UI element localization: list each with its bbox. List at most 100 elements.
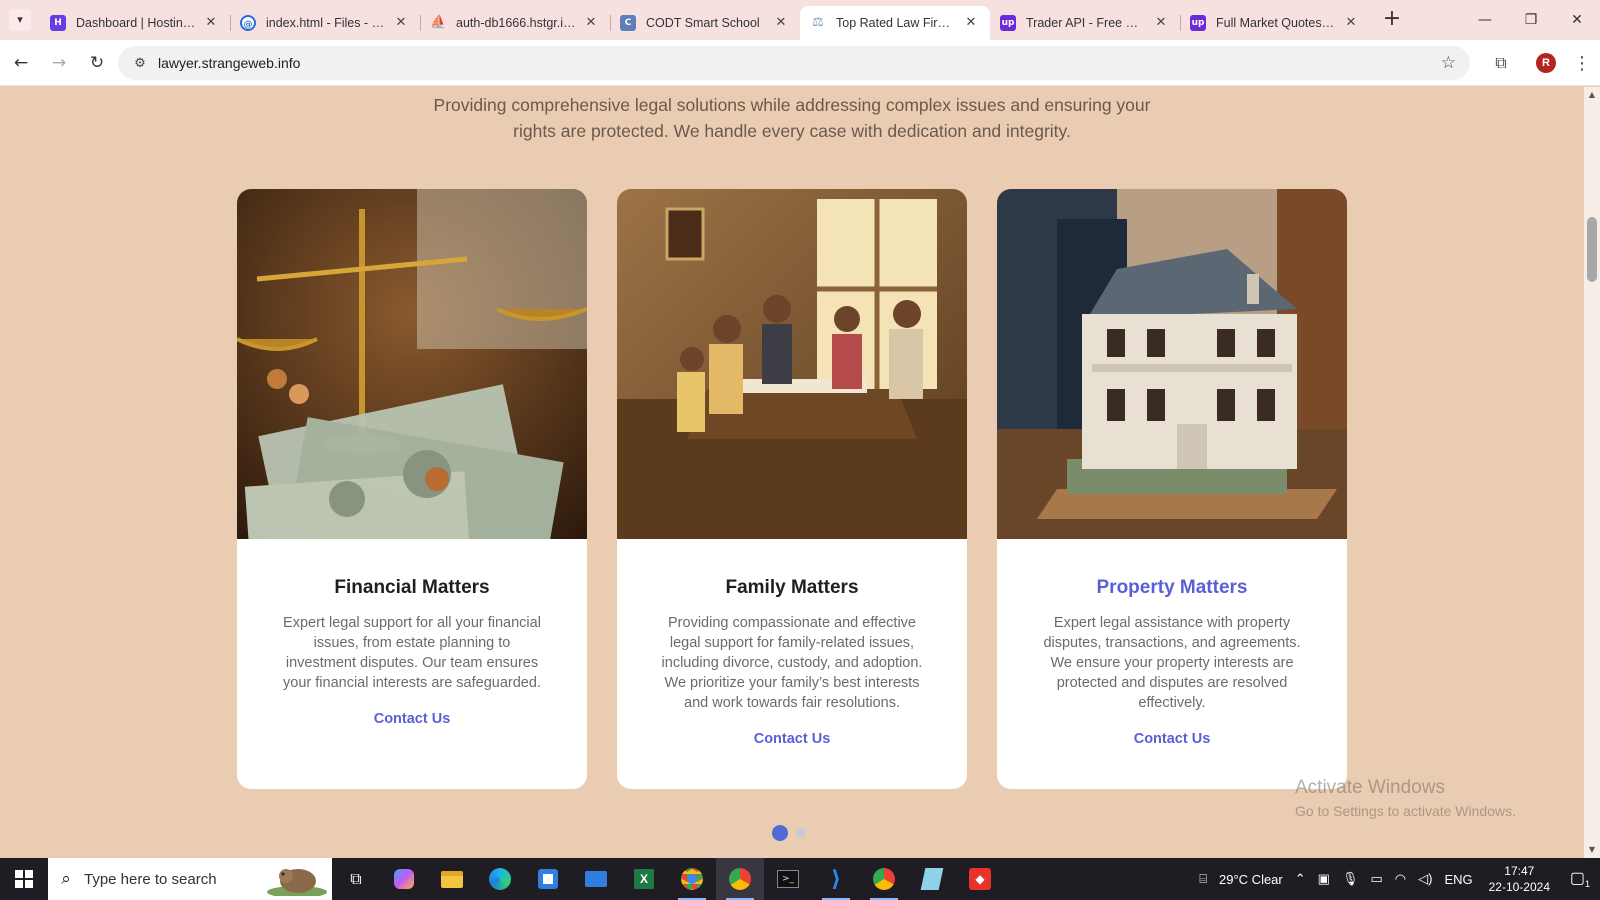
tab-hostinger[interactable]: H Dashboard | Hostinger ✕ bbox=[40, 6, 230, 40]
tab-codt-school[interactable]: C CODT Smart School ✕ bbox=[610, 6, 800, 40]
close-icon[interactable]: ✕ bbox=[582, 14, 600, 32]
tab-title: Trader API - Free Stock bbox=[1026, 16, 1146, 30]
carousel-dot-2[interactable] bbox=[796, 828, 806, 838]
scroll-thumb[interactable] bbox=[1587, 217, 1597, 282]
page-viewport: Providing comprehensive legal solutions … bbox=[0, 87, 1584, 858]
clock[interactable]: 17:47 22-10-2024 bbox=[1489, 863, 1550, 895]
close-icon[interactable]: ✕ bbox=[1152, 14, 1170, 32]
minimize-icon[interactable]: — bbox=[1462, 0, 1508, 40]
chevron-down-icon: ▾ bbox=[9, 9, 31, 31]
search-icon: ⌕ bbox=[61, 869, 71, 889]
vscode-icon[interactable]: ⟩ bbox=[812, 858, 860, 900]
files-icon: @ bbox=[240, 15, 256, 31]
card-description: Providing compassionate and effective le… bbox=[661, 615, 923, 711]
card-financial-matters: Financial Matters Expert legal support f… bbox=[237, 189, 587, 789]
contact-us-link[interactable]: Contact Us bbox=[374, 711, 451, 727]
tab-trader-api[interactable]: up Trader API - Free Stock ✕ bbox=[990, 6, 1180, 40]
tab-title: index.html - Files - File bbox=[266, 16, 386, 30]
upwork-icon: up bbox=[1000, 15, 1016, 31]
chevron-up-icon[interactable]: ⌃ bbox=[1295, 871, 1306, 887]
house-model-image bbox=[997, 189, 1347, 539]
wifi-icon[interactable]: ◠ bbox=[1395, 871, 1406, 887]
start-button[interactable] bbox=[0, 858, 48, 900]
card-title: Family Matters bbox=[725, 577, 859, 598]
notepad-icon[interactable] bbox=[908, 858, 956, 900]
excel-icon[interactable]: X bbox=[620, 858, 668, 900]
forward-icon[interactable]: → bbox=[42, 46, 76, 80]
close-icon[interactable]: ✕ bbox=[392, 14, 410, 32]
new-tab-button[interactable]: + bbox=[1376, 4, 1408, 36]
address-bar[interactable]: ⚙ lawyer.strangeweb.info ☆ bbox=[118, 46, 1470, 80]
tab-strip: ▾ H Dashboard | Hostinger ✕ @ index.html… bbox=[0, 0, 1600, 40]
mail-icon[interactable] bbox=[572, 858, 620, 900]
card-description: Expert legal assistance with property di… bbox=[1043, 615, 1301, 711]
contact-us-link[interactable]: Contact Us bbox=[754, 731, 831, 747]
hostinger-icon: H bbox=[50, 15, 66, 31]
toolbar-actions: ⧉ R ⋮ bbox=[1484, 46, 1600, 80]
card-title[interactable]: Property Matters bbox=[997, 577, 1347, 599]
file-explorer-icon[interactable] bbox=[428, 858, 476, 900]
language-indicator[interactable]: ENG bbox=[1444, 872, 1472, 887]
card-description: Expert legal support for all your financ… bbox=[283, 615, 541, 691]
contact-us-link[interactable]: Contact Us bbox=[1134, 731, 1211, 747]
carousel-pagination bbox=[772, 825, 806, 841]
carousel-dot-1[interactable] bbox=[772, 825, 788, 841]
phpmyadmin-icon: ⛵ bbox=[430, 15, 447, 30]
clock-date: 22-10-2024 bbox=[1488, 880, 1550, 894]
windows-activation-watermark: Activate Windows Go to Settings to activ… bbox=[1295, 777, 1516, 819]
site-settings-icon[interactable]: ⚙ bbox=[126, 56, 154, 71]
close-icon[interactable]: ✕ bbox=[202, 14, 220, 32]
chrome-profile-icon[interactable] bbox=[716, 858, 764, 900]
chrome-icon[interactable] bbox=[668, 858, 716, 900]
scroll-down-arrow-icon[interactable]: ▼ bbox=[1584, 842, 1600, 858]
clock-time: 17:47 bbox=[1504, 864, 1535, 878]
terminal-icon[interactable]: >_ bbox=[764, 858, 812, 900]
menu-icon[interactable]: ⋮ bbox=[1570, 53, 1594, 74]
extensions-icon[interactable]: ⧉ bbox=[1484, 53, 1518, 73]
card-property-matters: Property Matters Expert legal assistance… bbox=[997, 189, 1347, 789]
tab-law-firm[interactable]: ⚖ Top Rated Law Firm | E ✕ bbox=[800, 6, 990, 40]
weather-icon[interactable]: ⌸ bbox=[1199, 871, 1207, 887]
edge-icon[interactable] bbox=[476, 858, 524, 900]
back-icon[interactable]: ← bbox=[4, 46, 38, 80]
scroll-up-arrow-icon[interactable]: ▲ bbox=[1584, 87, 1600, 103]
close-window-icon[interactable]: ✕ bbox=[1554, 0, 1600, 40]
watermark-title: Activate Windows bbox=[1295, 777, 1445, 798]
weather-text[interactable]: 29°C Clear bbox=[1219, 872, 1283, 887]
windows-logo-icon bbox=[15, 870, 33, 888]
tab-title: CODT Smart School bbox=[646, 16, 760, 30]
task-view-icon[interactable]: ⧉ bbox=[332, 858, 380, 900]
restore-icon[interactable]: ❐ bbox=[1508, 0, 1554, 40]
url-text[interactable]: lawyer.strangeweb.info bbox=[158, 55, 300, 71]
browser-toolbar: ← → ↻ ⚙ lawyer.strangeweb.info ☆ ⧉ R ⋮ bbox=[0, 40, 1600, 86]
tab-market-quotes[interactable]: up Full Market Quotes | U ✕ bbox=[1180, 6, 1370, 40]
page-scrollbar[interactable]: ▲ ▼ bbox=[1584, 87, 1600, 858]
store-icon[interactable] bbox=[524, 858, 572, 900]
copilot-icon[interactable] bbox=[380, 858, 428, 900]
tab-phpmyadmin[interactable]: ⛵ auth-db1666.hstgr.io / ✕ bbox=[420, 6, 610, 40]
meet-now-icon[interactable]: ▣ bbox=[1318, 871, 1330, 887]
tab-files[interactable]: @ index.html - Files - File ✕ bbox=[230, 6, 420, 40]
search-placeholder: Type here to search bbox=[84, 870, 217, 888]
bookmark-star-icon[interactable]: ☆ bbox=[1441, 53, 1456, 73]
chrome-alt-profile-icon[interactable] bbox=[860, 858, 908, 900]
reload-icon[interactable]: ↻ bbox=[80, 46, 114, 80]
notification-count: 1 bbox=[1585, 879, 1591, 890]
microphone-icon[interactable]: 🎙 bbox=[1342, 871, 1359, 887]
tab-title: Top Rated Law Firm | E bbox=[836, 16, 956, 30]
school-icon: C bbox=[620, 15, 636, 31]
taskbar-search-box[interactable]: ⌕ Type here to search bbox=[48, 858, 332, 900]
notification-center-icon[interactable]: ▢1 bbox=[1560, 868, 1600, 889]
windows-taskbar: ⌕ Type here to search ⧉ X >_ ⟩ ◆ ⌸ 29°C … bbox=[0, 858, 1600, 900]
anydesk-icon[interactable]: ◆ bbox=[956, 858, 1004, 900]
tab-title: Full Market Quotes | U bbox=[1216, 16, 1336, 30]
close-icon[interactable]: ✕ bbox=[962, 14, 980, 32]
volume-icon[interactable]: ◁) bbox=[1418, 871, 1432, 887]
window-controls: — ❐ ✕ bbox=[1462, 0, 1600, 40]
close-icon[interactable]: ✕ bbox=[1342, 14, 1360, 32]
profile-avatar[interactable]: R bbox=[1536, 53, 1556, 73]
close-icon[interactable]: ✕ bbox=[772, 14, 790, 32]
tab-search-button[interactable]: ▾ bbox=[0, 0, 40, 40]
battery-icon[interactable]: ▭ bbox=[1370, 871, 1382, 887]
tab-title: Dashboard | Hostinger bbox=[76, 16, 196, 30]
